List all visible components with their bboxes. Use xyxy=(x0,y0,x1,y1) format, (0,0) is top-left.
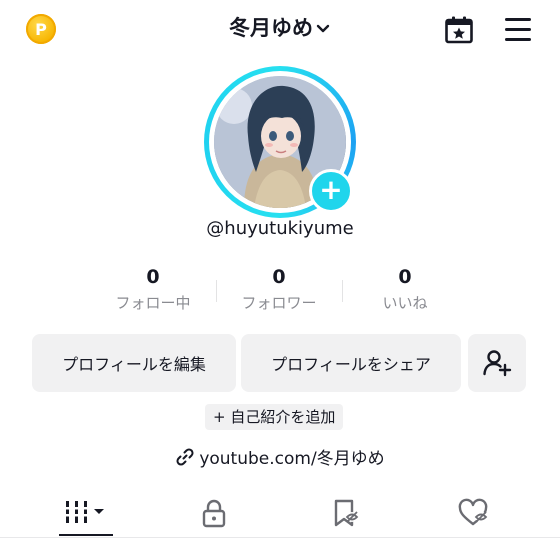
lock-icon xyxy=(202,499,226,528)
videos-grid-icon xyxy=(65,501,104,523)
edit-profile-button[interactable]: プロフィールを編集 xyxy=(32,334,236,392)
following-label: フォロー中 xyxy=(115,294,191,312)
liked-icon xyxy=(458,498,488,526)
tab-saved[interactable] xyxy=(290,490,402,536)
add-avatar-button[interactable]: + xyxy=(309,169,353,213)
likes-stat[interactable]: 0 いいね xyxy=(345,266,465,313)
active-tab-indicator xyxy=(59,534,113,536)
stat-divider xyxy=(216,280,217,302)
add-friend-button[interactable] xyxy=(468,334,526,392)
username: @huyutukiyume xyxy=(206,218,354,239)
add-user-icon xyxy=(483,350,512,377)
tab-divider xyxy=(0,537,560,538)
stat-divider xyxy=(342,280,343,302)
tab-videos[interactable] xyxy=(30,490,142,536)
tab-private[interactable] xyxy=(158,490,270,536)
bookmark-icon xyxy=(334,499,359,527)
page-title: 冬月ゆめ xyxy=(229,16,313,40)
calendar-star-icon[interactable] xyxy=(444,15,474,45)
followers-label: フォロワー xyxy=(241,294,317,312)
tab-liked[interactable] xyxy=(418,490,530,536)
profile-link-text: youtube.com/冬月ゆめ xyxy=(199,449,385,469)
likes-count: 0 xyxy=(398,266,412,288)
following-stat[interactable]: 0 フォロー中 xyxy=(93,266,213,313)
menu-icon[interactable] xyxy=(505,18,531,48)
followers-stat[interactable]: 0 フォロワー xyxy=(219,266,339,313)
link-icon xyxy=(176,448,194,466)
likes-label: いいね xyxy=(382,294,428,312)
followers-count: 0 xyxy=(272,266,286,288)
chevron-down-icon xyxy=(316,24,330,33)
profile-link[interactable]: youtube.com/冬月ゆめ xyxy=(0,444,560,469)
share-profile-button[interactable]: プロフィールをシェア xyxy=(241,334,461,392)
following-count: 0 xyxy=(146,266,160,288)
add-bio-button[interactable]: + 自己紹介を追加 xyxy=(205,404,344,430)
account-switcher[interactable]: 冬月ゆめ xyxy=(0,12,560,42)
